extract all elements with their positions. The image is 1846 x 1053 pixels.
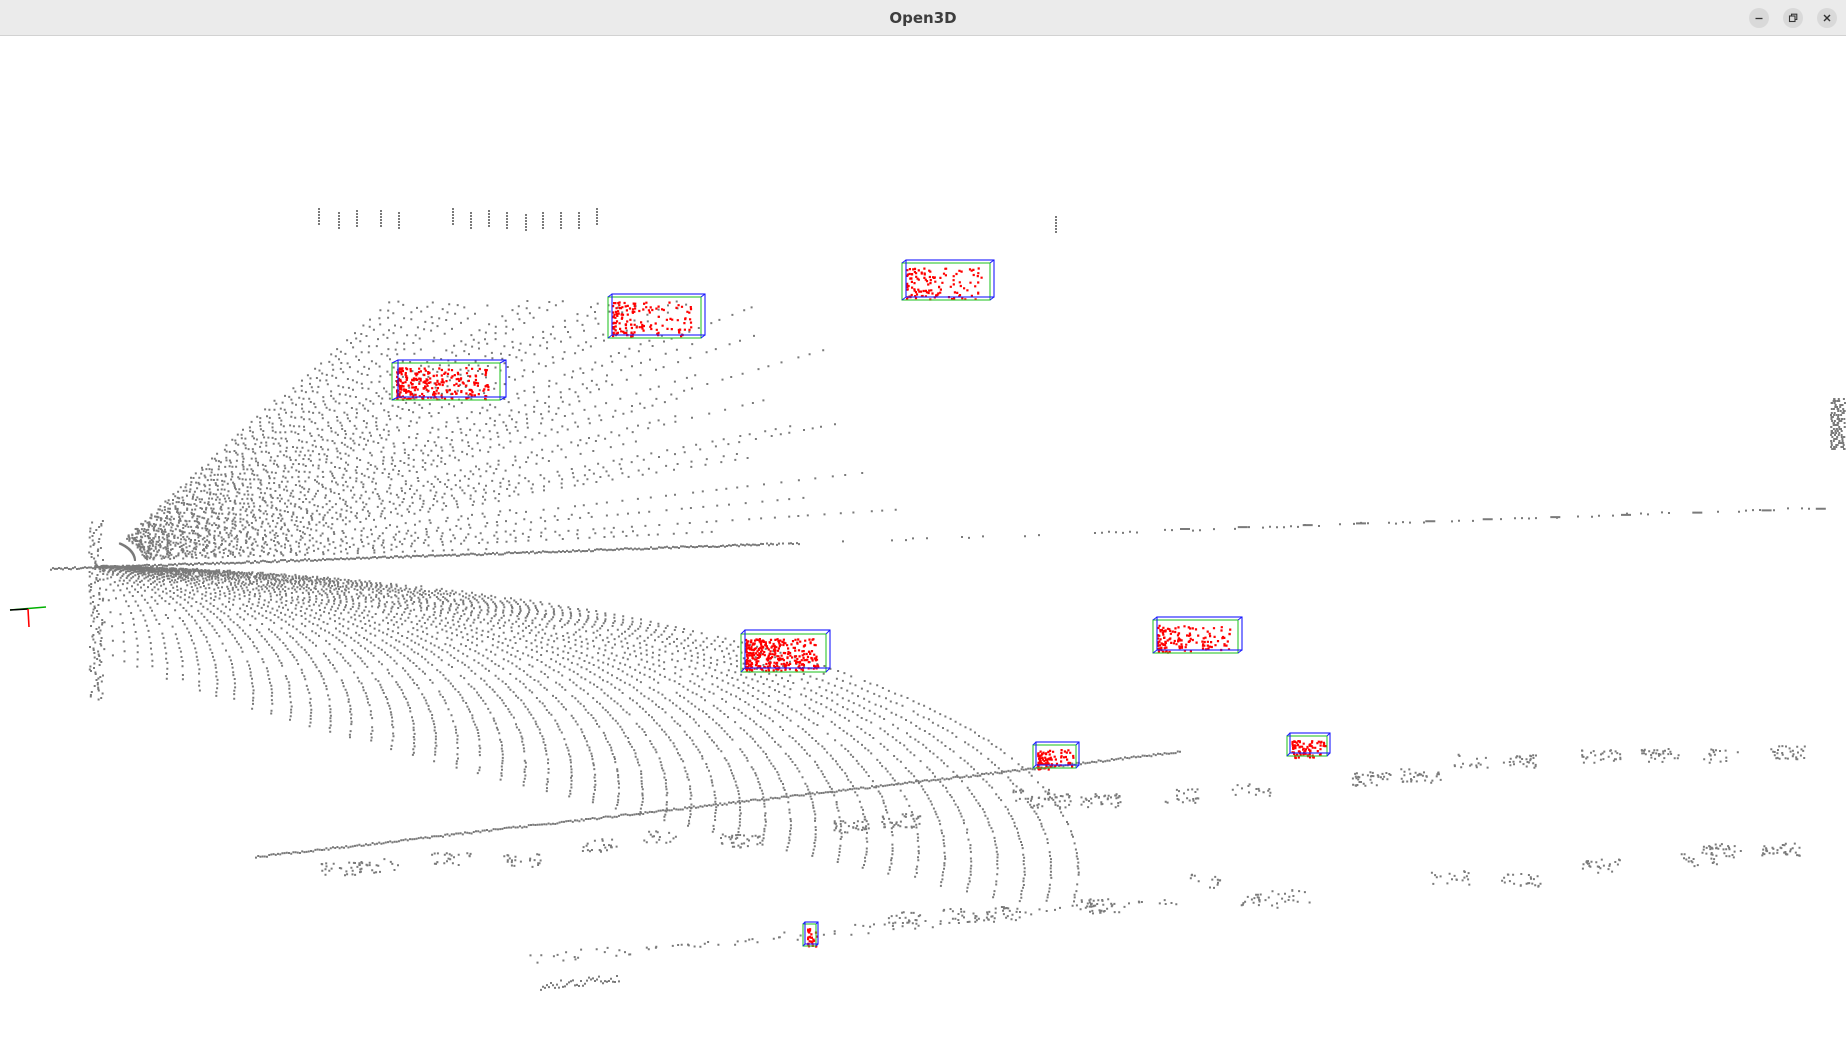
maximize-button[interactable] <box>1783 8 1803 28</box>
close-button[interactable] <box>1817 8 1837 28</box>
point-cloud-viewport[interactable] <box>0 36 1846 1053</box>
title-bar[interactable]: Open3D <box>0 0 1846 36</box>
point-cloud-canvas[interactable] <box>0 36 1846 1053</box>
ground-point-cloud <box>50 208 1846 991</box>
window-title: Open3D <box>889 9 957 27</box>
minimize-button[interactable] <box>1749 8 1769 28</box>
coordinate-axes-icon <box>9 606 47 628</box>
close-icon <box>1823 14 1831 22</box>
minimize-icon <box>1755 17 1763 20</box>
bounding-box <box>901 259 995 301</box>
restore-icon <box>1788 13 1798 23</box>
open3d-window: Open3D <box>0 0 1846 1053</box>
